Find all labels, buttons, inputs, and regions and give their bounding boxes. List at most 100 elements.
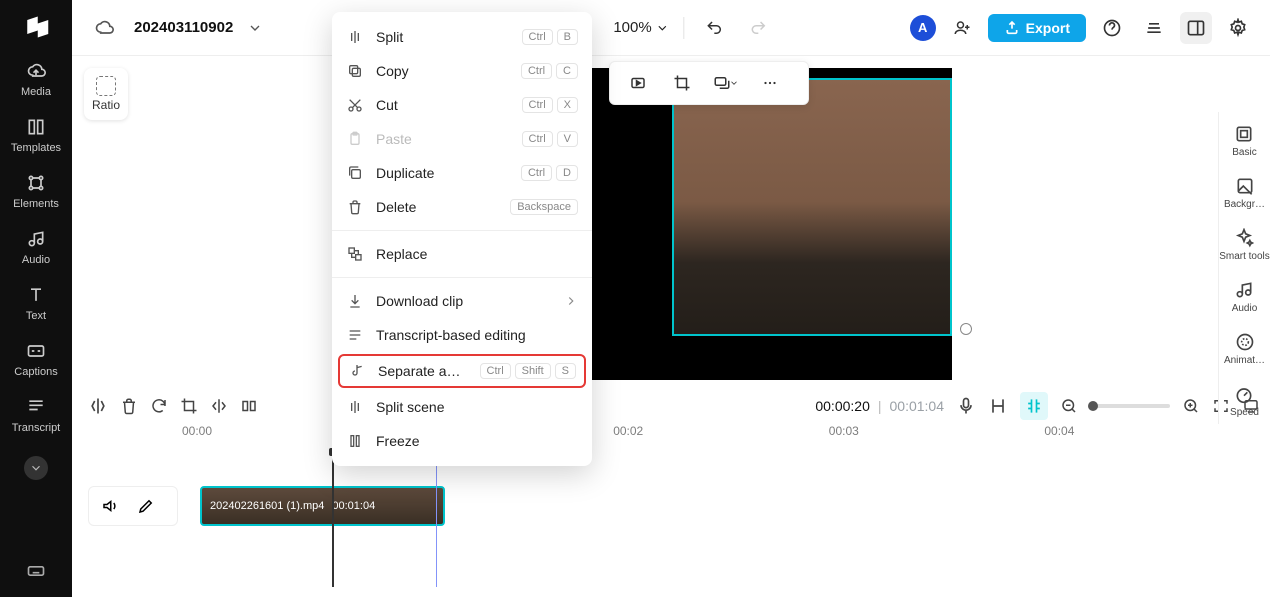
project-dropdown-chevron-icon[interactable] xyxy=(247,20,263,36)
left-sidebar: Media Templates Elements Audio Text Capt… xyxy=(0,0,72,597)
panel-toggle-button[interactable] xyxy=(1180,12,1212,44)
preview-animate-icon[interactable] xyxy=(622,67,654,99)
freeze-icon xyxy=(346,432,364,450)
templates-icon xyxy=(25,116,47,138)
zoom-slider[interactable] xyxy=(1090,404,1170,408)
timeline-clip[interactable]: 202402261601 (1).mp4 00:01:04 xyxy=(200,486,445,526)
auto-snap-button[interactable] xyxy=(988,396,1008,416)
right-panel-animation[interactable]: Animat… xyxy=(1224,332,1265,366)
preview-mode-button[interactable] xyxy=(1242,397,1260,415)
app-logo[interactable] xyxy=(21,12,51,42)
audio-icon xyxy=(25,228,47,250)
context-menu-copy[interactable]: Copy CtrlC xyxy=(332,54,592,88)
timeline-toolbar: 00:00:20 | 00:01:04 xyxy=(88,386,1260,426)
ratio-label: Ratio xyxy=(92,98,120,112)
preview-crop-icon[interactable] xyxy=(666,67,698,99)
undo-button[interactable] xyxy=(699,12,731,44)
track-edit-button[interactable] xyxy=(137,497,155,515)
preview-replace-icon[interactable] xyxy=(710,67,742,99)
timeline-crop-button[interactable] xyxy=(180,397,198,415)
magnetic-snap-button[interactable] xyxy=(1020,392,1048,420)
sidebar-item-label: Transcript xyxy=(12,422,61,434)
track-controls xyxy=(88,486,178,526)
zoom-out-button[interactable] xyxy=(1060,397,1078,415)
sidebar-item-text[interactable]: Text xyxy=(25,284,47,322)
transcript-edit-icon xyxy=(346,326,364,344)
right-panel: Basic Backgr… Smart tools Audio Animat… … xyxy=(1218,112,1270,424)
preview-selected-clip[interactable] xyxy=(672,78,952,336)
context-menu-download-clip[interactable]: Download clip xyxy=(332,284,592,318)
preview-more-icon[interactable] xyxy=(754,67,786,99)
right-panel-audio[interactable]: Audio xyxy=(1232,280,1258,314)
replace-icon xyxy=(346,245,364,263)
redo-button[interactable] xyxy=(743,12,775,44)
captions-icon xyxy=(25,340,47,362)
zoom-level-dropdown[interactable]: 100% xyxy=(613,19,669,36)
duplicate-icon xyxy=(346,164,364,182)
invite-user-button[interactable] xyxy=(946,12,978,44)
cloud-upload-icon xyxy=(25,60,47,82)
chevron-right-icon xyxy=(564,294,578,308)
user-avatar[interactable]: A xyxy=(910,15,936,41)
sidebar-item-elements[interactable]: Elements xyxy=(13,172,59,210)
copy-icon xyxy=(346,62,364,80)
settings-button[interactable] xyxy=(1222,12,1254,44)
context-menu-transcript-editing[interactable]: Transcript-based editing xyxy=(332,318,592,352)
queue-button[interactable] xyxy=(1138,12,1170,44)
keyboard-shortcuts-icon[interactable] xyxy=(26,561,46,581)
more-sidebar-button[interactable] xyxy=(24,456,48,480)
fit-timeline-button[interactable] xyxy=(1212,397,1230,415)
transcript-icon xyxy=(25,396,47,418)
context-menu-split-scene[interactable]: Split scene xyxy=(332,390,592,424)
voiceover-button[interactable] xyxy=(956,396,976,416)
main-area: Ratio Split CtrlB Copy CtrlC Cut CtrlX xyxy=(72,56,1270,597)
resize-handle-bottom[interactable] xyxy=(960,323,972,335)
timeline-scrub-indicator xyxy=(436,452,437,587)
sidebar-item-label: Captions xyxy=(14,366,57,378)
track-mute-button[interactable] xyxy=(101,497,119,515)
zoom-level-label: 100% xyxy=(613,19,651,36)
right-panel-smart-tools[interactable]: Smart tools xyxy=(1219,228,1270,262)
split-icon xyxy=(346,28,364,46)
help-button[interactable] xyxy=(1096,12,1128,44)
ratio-button[interactable]: Ratio xyxy=(84,68,128,120)
preview-floating-toolbar xyxy=(609,61,809,105)
project-name[interactable]: 202403110902 xyxy=(134,19,233,36)
divider xyxy=(684,17,685,39)
timeline-split-button[interactable] xyxy=(88,396,108,416)
sidebar-item-transcript[interactable]: Transcript xyxy=(12,396,61,434)
zoom-in-button[interactable] xyxy=(1182,397,1200,415)
time-duration: 00:01:04 xyxy=(890,398,945,414)
right-panel-background[interactable]: Backgr… xyxy=(1224,176,1265,210)
sidebar-item-audio[interactable]: Audio xyxy=(22,228,50,266)
sidebar-item-label: Text xyxy=(26,310,46,322)
sidebar-item-media[interactable]: Media xyxy=(21,60,51,98)
context-menu-split[interactable]: Split CtrlB xyxy=(332,20,592,54)
timeline-rotate-button[interactable] xyxy=(240,397,258,415)
context-menu-cut[interactable]: Cut CtrlX xyxy=(332,88,592,122)
right-panel-basic[interactable]: Basic xyxy=(1232,124,1256,158)
timeline-reverse-button[interactable] xyxy=(150,397,168,415)
cloud-sync-icon[interactable] xyxy=(88,12,120,44)
timeline-tracks: 202402261601 (1).mp4 00:01:04 xyxy=(88,486,1260,606)
time-display: 00:00:20 | 00:01:04 xyxy=(815,398,944,414)
clip-duration: 00:01:04 xyxy=(332,500,375,512)
ratio-icon xyxy=(96,76,116,96)
download-icon xyxy=(346,292,364,310)
context-menu-duplicate[interactable]: Duplicate CtrlD xyxy=(332,156,592,190)
context-menu-delete[interactable]: Delete Backspace xyxy=(332,190,592,224)
split-scene-icon xyxy=(346,398,364,416)
top-bar: 202403110902 100% A Export xyxy=(72,0,1270,56)
context-menu: Split CtrlB Copy CtrlC Cut CtrlX Paste C… xyxy=(332,12,592,466)
preview-center-controls: 100% xyxy=(567,12,774,44)
sidebar-item-templates[interactable]: Templates xyxy=(11,116,61,154)
sidebar-item-captions[interactable]: Captions xyxy=(14,340,57,378)
context-menu-separate-audio[interactable]: Separate aud… CtrlShiftS xyxy=(338,354,586,388)
timeline-delete-button[interactable] xyxy=(120,397,138,415)
context-menu-replace[interactable]: Replace xyxy=(332,237,592,271)
paste-icon xyxy=(346,130,364,148)
context-menu-freeze[interactable]: Freeze xyxy=(332,424,592,458)
timeline-mirror-button[interactable] xyxy=(210,397,228,415)
timeline-playhead[interactable] xyxy=(332,452,334,587)
export-button[interactable]: Export xyxy=(988,14,1086,42)
